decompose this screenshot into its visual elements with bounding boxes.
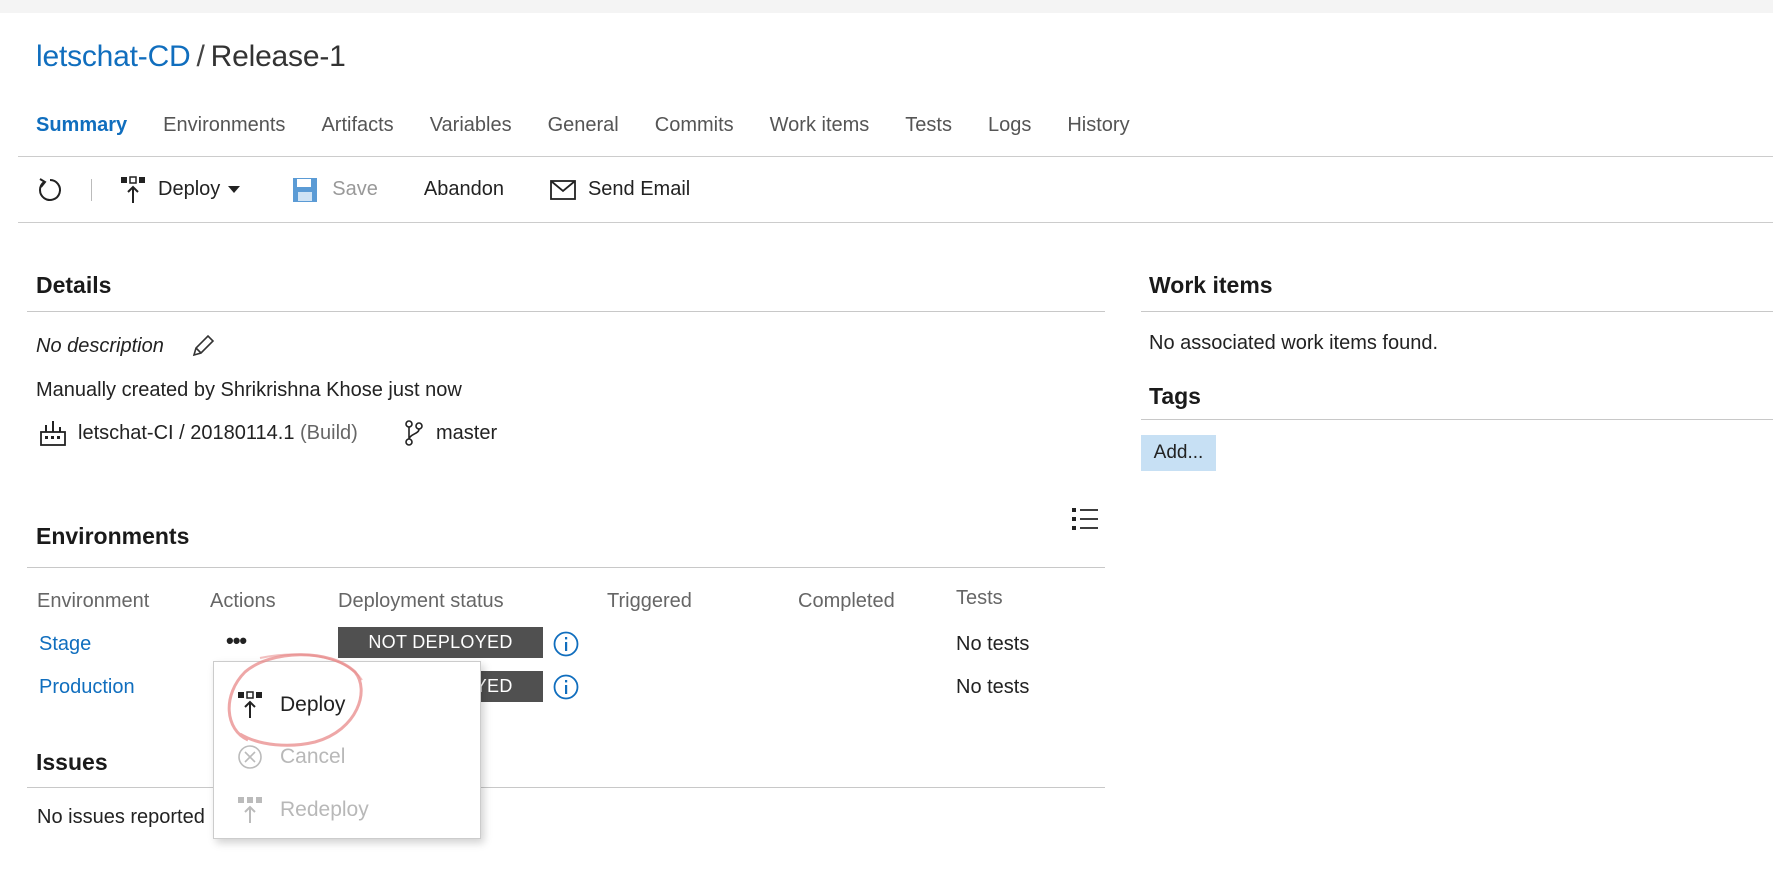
add-tag-button[interactable]: Add... [1141, 435, 1216, 471]
artifact-name[interactable]: letschat-CI / 20180114.1 [78, 422, 294, 444]
work-items-divider [1141, 311, 1773, 312]
tests-result: No tests [956, 676, 1030, 698]
menu-item-redeploy[interactable]: Redeploy [214, 785, 482, 835]
mail-icon [550, 179, 576, 200]
release-description: No description [36, 335, 164, 357]
artifact-version: letschat-CI / 20180114.1 (Build) [78, 422, 358, 445]
environment-actions-menu-button[interactable]: ••• [226, 628, 247, 654]
details-divider [27, 311, 1105, 312]
tab-variables[interactable]: Variables [430, 114, 512, 144]
cancel-icon [234, 744, 266, 770]
tab-general[interactable]: General [548, 114, 619, 144]
branch-icon [405, 420, 423, 446]
send-email-button[interactable]: Send Email [550, 178, 690, 201]
environment-actions-menu: Deploy Cancel Redeploy [213, 661, 481, 839]
breadcrumb-separator: / [196, 40, 205, 73]
toolbar-divider [91, 178, 92, 201]
chevron-down-icon [228, 186, 241, 193]
redeploy-icon [234, 796, 266, 824]
release-created-by: Manually created by Shrikrishna Khose ju… [36, 379, 462, 401]
environment-link-stage[interactable]: Stage [39, 633, 91, 656]
save-label: Save [332, 178, 378, 200]
refresh-icon [39, 177, 61, 201]
column-header-triggered: Triggered [607, 590, 692, 612]
column-header-tests: Tests [956, 587, 1003, 609]
tab-history[interactable]: History [1067, 114, 1129, 144]
pencil-edit-icon[interactable] [190, 333, 216, 359]
environments-divider [27, 567, 1105, 568]
menu-item-deploy[interactable]: Deploy [214, 680, 482, 730]
deploy-icon [121, 175, 145, 203]
issues-divider [27, 787, 1105, 788]
menu-item-redeploy-label: Redeploy [280, 798, 369, 821]
send-email-label: Send Email [587, 178, 691, 200]
column-header-deployment-status: Deployment status [338, 590, 504, 612]
deploy-dropdown-button[interactable]: Deploy [120, 175, 241, 204]
list-view-icon[interactable] [1071, 506, 1099, 532]
tab-summary[interactable]: Summary [36, 114, 127, 144]
tab-commits[interactable]: Commits [655, 114, 734, 144]
breadcrumb-definition-link[interactable]: letschat-CD [36, 40, 191, 73]
toolbar: Deploy Save Abandon Send Email [18, 157, 1773, 223]
environment-link-production[interactable]: Production [39, 676, 135, 699]
tab-environments[interactable]: Environments [163, 114, 285, 144]
issues-heading: Issues [36, 749, 108, 775]
menu-item-deploy-label: Deploy [280, 693, 346, 716]
breadcrumb-release: Release-1 [210, 40, 346, 73]
save-icon [293, 177, 318, 202]
window-top-strip [0, 0, 1773, 13]
column-header-actions: Actions [210, 590, 276, 612]
work-items-empty-text: No associated work items found. [1149, 332, 1439, 354]
deploy-label: Deploy [158, 178, 221, 200]
tags-heading: Tags [1149, 383, 1201, 409]
issues-empty-text: No issues reported [37, 806, 205, 828]
tab-logs[interactable]: Logs [988, 114, 1031, 144]
status-badge: NOT DEPLOYED [338, 627, 543, 658]
tests-result: No tests [956, 633, 1030, 655]
info-icon[interactable] [553, 674, 579, 700]
column-header-environment: Environment [37, 590, 150, 612]
artifact-type: (Build) [300, 422, 358, 444]
work-items-heading: Work items [1149, 272, 1273, 298]
save-button[interactable]: Save [292, 177, 378, 203]
tab-tests[interactable]: Tests [905, 114, 952, 144]
info-icon[interactable] [553, 631, 579, 657]
tags-divider [1141, 419, 1773, 420]
abandon-button[interactable]: Abandon [424, 178, 504, 201]
menu-item-cancel[interactable]: Cancel [214, 732, 482, 782]
deploy-icon [234, 691, 266, 719]
details-heading: Details [36, 272, 112, 298]
environments-heading: Environments [36, 523, 190, 549]
column-header-completed: Completed [798, 590, 895, 612]
tab-work-items[interactable]: Work items [770, 114, 870, 144]
branch-name: master [436, 422, 498, 444]
refresh-button[interactable] [37, 176, 63, 204]
tab-artifacts[interactable]: Artifacts [321, 114, 393, 144]
menu-item-cancel-label: Cancel [280, 745, 346, 768]
build-artifact-icon [40, 421, 66, 446]
breadcrumb: letschat-CD / Release-1 [36, 40, 346, 74]
tab-bar: Summary Environments Artifacts Variables… [36, 114, 1166, 144]
